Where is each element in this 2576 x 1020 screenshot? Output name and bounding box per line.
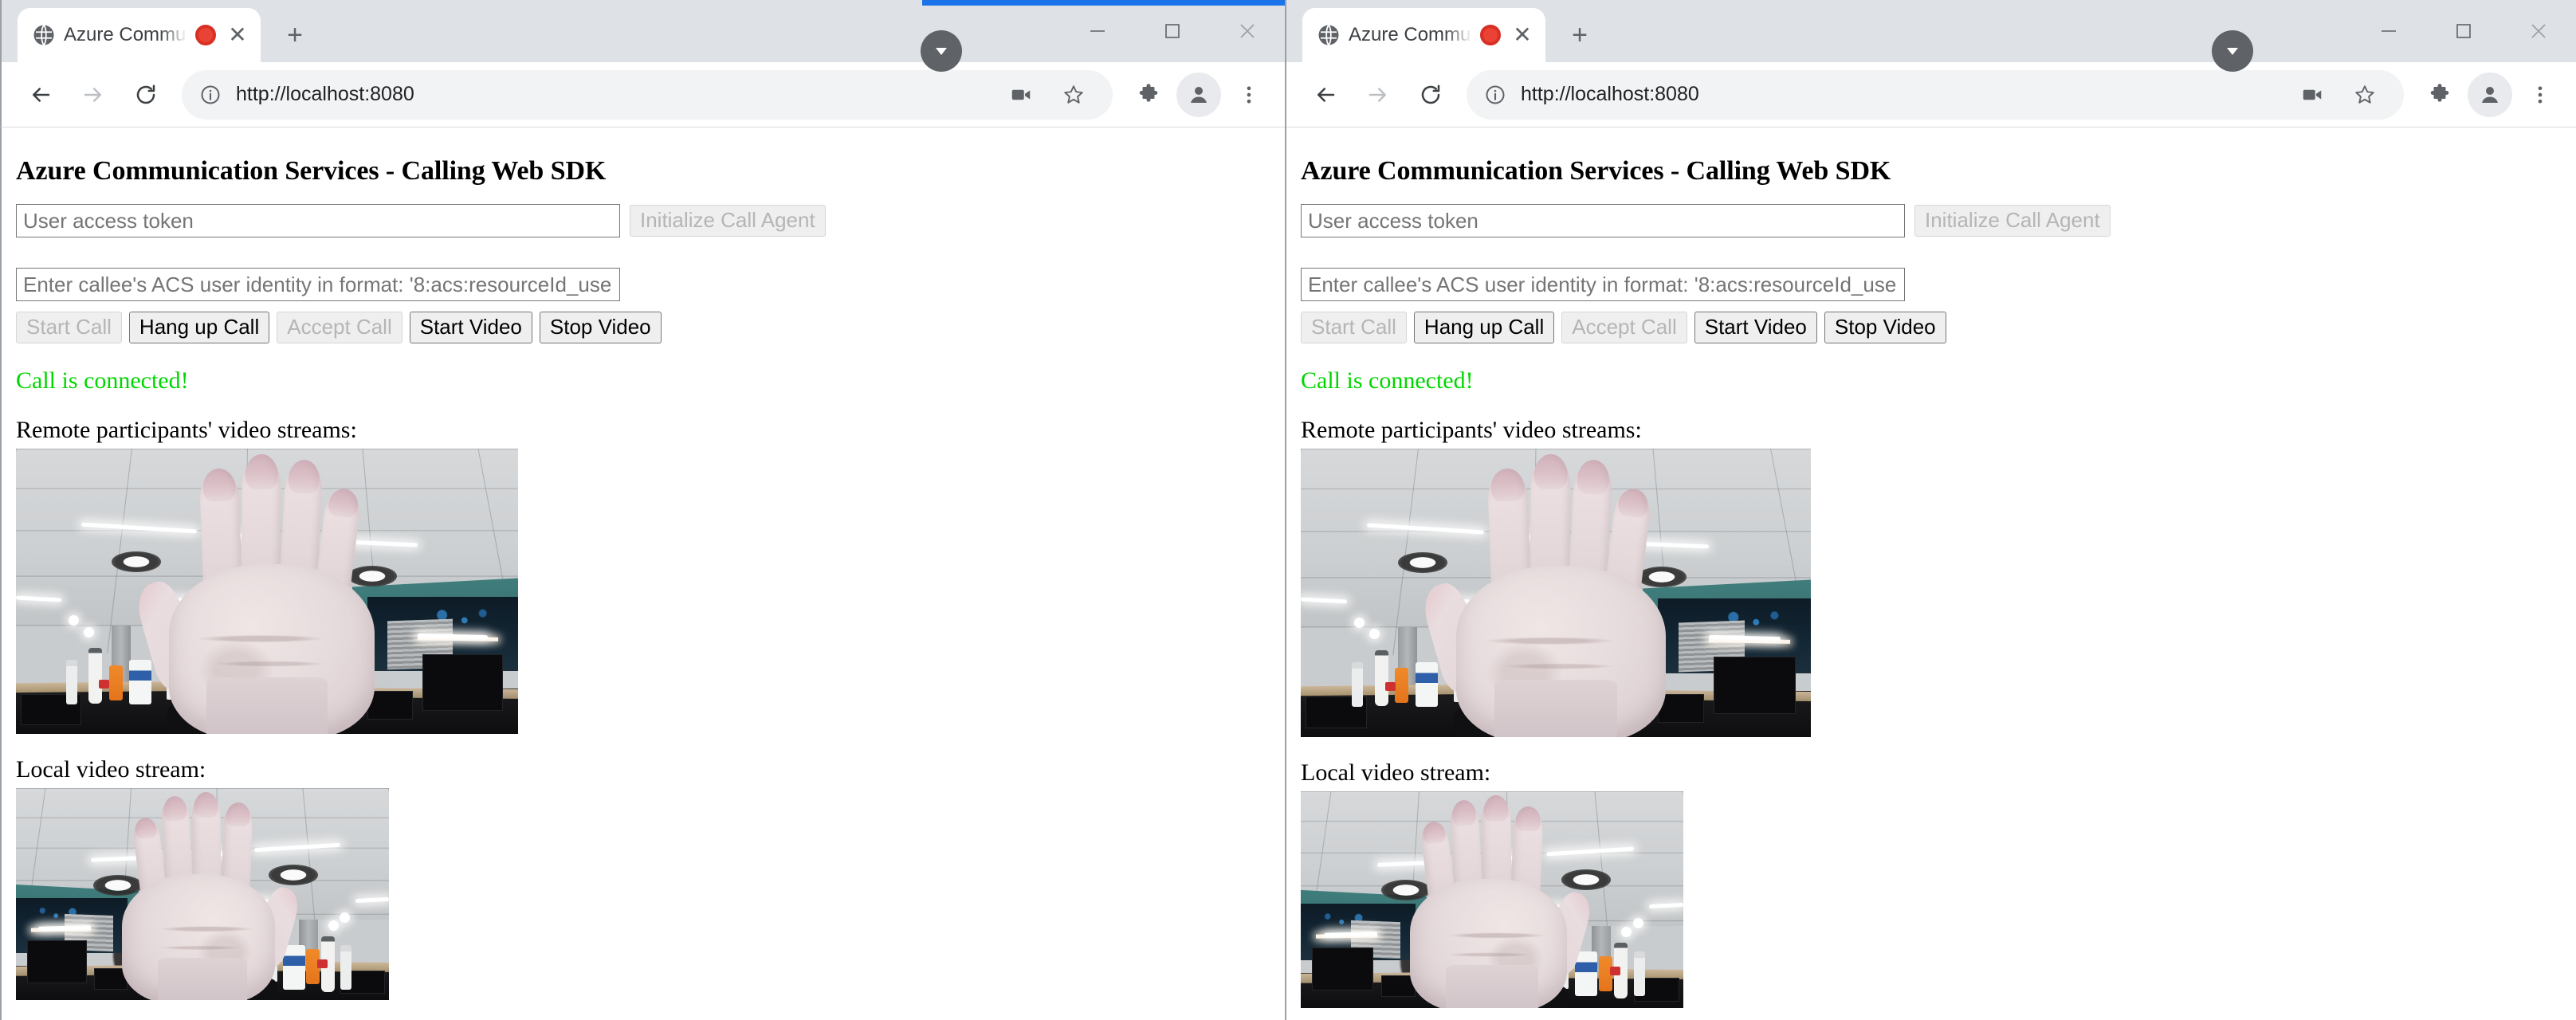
maximize-icon[interactable] [1135, 0, 1210, 62]
local-video-scene [16, 787, 389, 1000]
hang-up-call-button[interactable]: Hang up Call [128, 312, 270, 343]
local-video-scene [1301, 790, 1683, 1008]
star-icon[interactable] [1049, 70, 1098, 120]
globe-icon [32, 23, 56, 47]
address-bar-url-2: http://localhost:8080 [1521, 83, 1699, 105]
tab-strip-2: Azure Communication Servic ✕ + [1286, 0, 2576, 72]
remote-streams-label: Remote participants' video streams: [1301, 416, 1642, 443]
address-bar-1[interactable]: http://localhost:8080 [182, 69, 1113, 120]
page-title: Azure Communication Services - Calling W… [1301, 156, 1891, 186]
three-dot-menu-icon[interactable] [2515, 70, 2565, 120]
hang-up-call-button[interactable]: Hang up Call [1413, 312, 1555, 343]
maximize-icon[interactable] [2426, 0, 2501, 62]
desktop: Azure Communication Servic ✕ + [0, 0, 2576, 1020]
user-access-token-input[interactable] [1301, 204, 1905, 237]
window-close-icon[interactable] [2501, 0, 2576, 62]
window-controls-1 [1060, 0, 1285, 62]
minimize-icon[interactable] [2351, 0, 2426, 62]
callee-row-1 [16, 268, 1285, 301]
info-circle-icon[interactable] [196, 80, 225, 109]
star-icon[interactable] [2340, 70, 2389, 120]
local-video-tile[interactable] [16, 787, 389, 1000]
camera-icon[interactable] [2287, 70, 2337, 120]
download-arrow-icon[interactable] [2212, 30, 2253, 72]
tab-title-1: Azure Communication Servic [64, 24, 187, 45]
browser-toolbar-1: http://localhost:8080 [0, 62, 1285, 128]
avatar-icon[interactable] [1176, 72, 1221, 117]
start-video-button[interactable]: Start Video [409, 312, 532, 343]
browser-window-2: Azure Communication Servic ✕ + [1285, 0, 2576, 1020]
address-bar-url-1: http://localhost:8080 [236, 83, 414, 105]
camera-icon[interactable] [996, 70, 1046, 120]
new-tab-button[interactable]: + [272, 12, 318, 58]
info-circle-icon[interactable] [1481, 80, 1510, 109]
forward-arrow-icon [69, 70, 118, 120]
initialize-call-agent-button[interactable]: Initialize Call Agent [1914, 205, 2111, 237]
browser-window-1: Azure Communication Servic ✕ + [0, 0, 1285, 1020]
browser-tab-2[interactable]: Azure Communication Servic ✕ [1302, 8, 1545, 62]
browser-toolbar-2: http://localhost:8080 [1286, 62, 2576, 128]
new-tab-button[interactable]: + [1557, 12, 1603, 58]
close-icon[interactable]: ✕ [224, 22, 251, 49]
page-title: Azure Communication Services - Calling W… [16, 156, 607, 186]
page-viewport-2: Azure Communication Services - Calling W… [1286, 128, 2576, 1020]
omnibox-trailing-icons-1 [996, 70, 1098, 120]
start-call-button[interactable]: Start Call [16, 312, 122, 343]
minimize-icon[interactable] [1060, 0, 1135, 62]
initialize-call-agent-button[interactable]: Initialize Call Agent [630, 205, 826, 237]
local-stream-label: Local video stream: [1301, 759, 1491, 786]
remote-video-tile[interactable] [16, 448, 518, 734]
user-access-token-input[interactable] [16, 204, 620, 237]
call-controls-1: Start Call Hang up Call Accept Call Star… [16, 312, 1285, 343]
start-call-button[interactable]: Start Call [1301, 312, 1407, 343]
callee-identity-input[interactable] [1301, 268, 1905, 301]
puzzle-piece-icon[interactable] [2415, 70, 2464, 120]
stop-video-button[interactable]: Stop Video [1824, 312, 1946, 343]
reload-icon[interactable] [1406, 70, 1455, 120]
window-controls-2 [2351, 0, 2576, 62]
avatar-icon[interactable] [2468, 72, 2512, 117]
remote-video-scene [1301, 448, 1811, 737]
raised-hand [1392, 794, 1596, 1008]
tab-strip-1: Azure Communication Servic ✕ + [0, 0, 1285, 72]
stop-video-button[interactable]: Stop Video [539, 312, 662, 343]
window-focus-accent [922, 0, 1285, 6]
accept-call-button[interactable]: Accept Call [277, 312, 402, 343]
recording-indicator-icon [1480, 25, 1501, 45]
forward-arrow-icon [1353, 70, 1403, 120]
start-video-button[interactable]: Start Video [1694, 312, 1817, 343]
callee-identity-input[interactable] [16, 268, 620, 301]
close-icon[interactable]: ✕ [1509, 22, 1536, 49]
puzzle-piece-icon[interactable] [1124, 70, 1173, 120]
page-viewport-1: Azure Communication Services - Calling W… [0, 128, 1285, 1020]
raised-hand [1418, 452, 1688, 737]
raised-hand [105, 790, 304, 1000]
back-arrow-icon[interactable] [16, 70, 65, 120]
download-arrow-icon[interactable] [921, 30, 962, 72]
omnibox-trailing-icons-2 [2287, 70, 2389, 120]
window-close-icon[interactable] [1210, 0, 1285, 62]
accept-call-button[interactable]: Accept Call [1561, 312, 1687, 343]
call-controls-2: Start Call Hang up Call Accept Call Star… [1301, 312, 2576, 343]
reload-icon[interactable] [121, 70, 171, 120]
callee-row-2 [1301, 268, 2576, 301]
back-arrow-icon[interactable] [1301, 70, 1350, 120]
remote-video-tile[interactable] [1301, 448, 1811, 737]
address-bar-2[interactable]: http://localhost:8080 [1467, 69, 2404, 120]
local-stream-label: Local video stream: [16, 755, 206, 783]
call-status-text: Call is connected! [1301, 367, 1474, 394]
token-row-1: Initialize Call Agent [16, 204, 1285, 237]
call-status-text: Call is connected! [16, 367, 189, 394]
tab-title-2: Azure Communication Servic [1349, 24, 1472, 45]
remote-streams-label: Remote participants' video streams: [16, 416, 357, 443]
token-row-2: Initialize Call Agent [1301, 204, 2576, 237]
browser-tab-1[interactable]: Azure Communication Servic ✕ [18, 8, 261, 62]
recording-indicator-icon [195, 25, 216, 45]
raised-hand [132, 451, 398, 734]
local-video-tile[interactable] [1301, 790, 1683, 1008]
globe-icon [1317, 23, 1341, 47]
remote-video-scene [16, 448, 518, 734]
three-dot-menu-icon[interactable] [1224, 70, 1274, 120]
